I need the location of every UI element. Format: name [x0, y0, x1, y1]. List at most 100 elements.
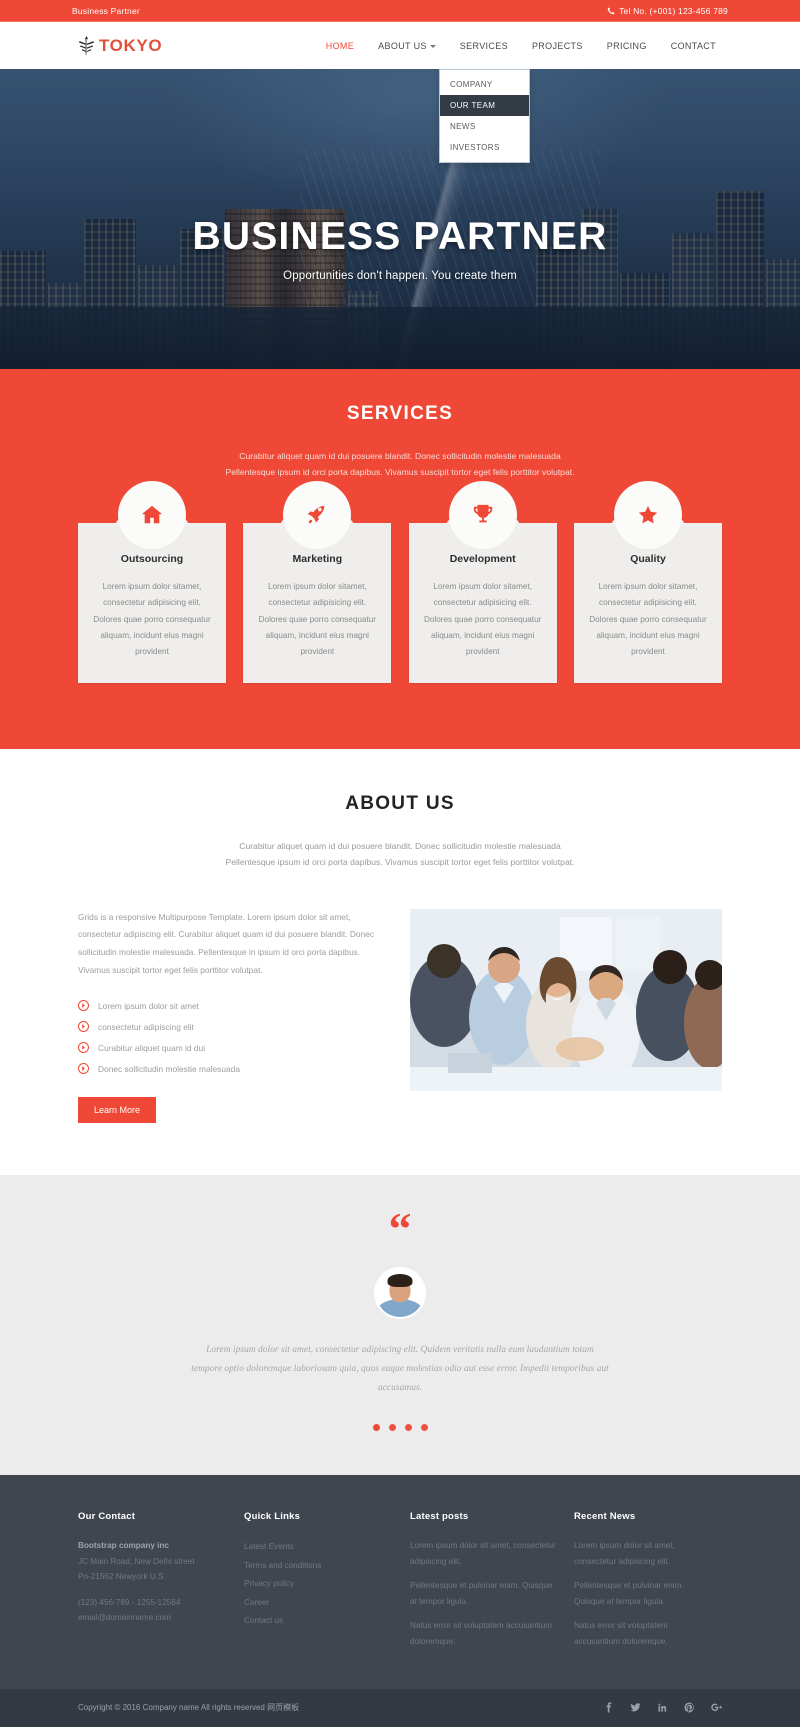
google-plus-icon[interactable] [711, 1702, 722, 1713]
footer-contact-column: Our Contact Bootstrap company inc JC Mai… [78, 1511, 244, 1658]
service-card-title: Outsourcing [120, 552, 184, 565]
chevron-right-circle-icon [78, 1063, 89, 1075]
avatar-hair [387, 1274, 413, 1288]
testimonial-text: Lorem ipsum dolor sit amet, consectetur … [191, 1345, 609, 1394]
footer-post-item[interactable]: Natus error sit voluptatem accusantium d… [410, 1618, 560, 1649]
footer-post-item[interactable]: Pellentesque et pulvinar enim. Quisque a… [410, 1578, 560, 1609]
service-card-quality[interactable]: Quality Lorem ipsum dolor sitamet, conse… [573, 480, 722, 683]
service-card-development[interactable]: Development Lorem ipsum dolor sitamet, c… [408, 480, 557, 683]
footer-latest-posts-heading: Latest posts [410, 1511, 469, 1523]
footer-contact-heading: Our Contact [78, 1511, 136, 1523]
list-item-label: Donec sollicitudin molestie malesuada [98, 1063, 240, 1074]
hero-banner: BUSINESS PARTNER Opportunities don't hap… [0, 69, 800, 369]
footer-address-line-1: JC Main Road, New Delhi street [78, 1556, 195, 1566]
about-right-column [410, 908, 722, 1124]
footer-email[interactable]: email@domainname.com [78, 1610, 230, 1626]
chevron-right-circle-icon [78, 1000, 89, 1012]
about-description: Curabitur aliquet quam id dui posuere bl… [225, 840, 575, 867]
tree-logo-icon [78, 36, 95, 55]
list-item-label: Curabitur aliquet quam id dui [98, 1042, 206, 1053]
top-bar: Business Partner Tel No. (+001) 123-456 … [0, 0, 800, 22]
rocket-icon [283, 480, 352, 549]
chevron-down-icon [429, 44, 436, 48]
about-photo-illustration [410, 908, 722, 1091]
nav-item-projects[interactable]: PROJECTS [520, 35, 595, 57]
service-card-text: Lorem ipsum dolor sitamet, consectetur a… [258, 581, 377, 657]
learn-more-button[interactable]: Learn More [78, 1097, 157, 1124]
list-item: Lorem ipsum dolor sit amet [78, 995, 386, 1016]
service-card-outsourcing[interactable]: Outsourcing Lorem ipsum dolor sitamet, c… [78, 480, 226, 683]
carousel-dot-1[interactable] [372, 1424, 380, 1432]
avatar-shirt [378, 1299, 422, 1318]
hero-title: BUSINESS PARTNER [192, 214, 608, 258]
footer-quick-links-column: Quick Links Latest Events Terms and cond… [244, 1511, 410, 1658]
services-cards: Outsourcing Lorem ipsum dolor sitamet, c… [0, 480, 800, 683]
dropdown-item-our-team[interactable]: OUR TEAM [440, 95, 529, 116]
site-header: TOKYO HOME ABOUT US SERVICES PROJECTS PR… [0, 22, 800, 163]
phone-icon [607, 7, 615, 15]
service-card-title: Quality [630, 552, 666, 565]
nav-item-home[interactable]: HOME [314, 35, 366, 57]
pinterest-icon[interactable] [684, 1702, 695, 1713]
footer-news-item[interactable]: Natus error sit voluptatem accusantium d… [574, 1618, 708, 1649]
dropdown-item-investors[interactable]: INVESTORS [440, 137, 529, 158]
nav-item-pricing[interactable]: PRICING [595, 35, 659, 57]
services-description: Curabitur aliquet quam id dui posuere bl… [225, 451, 575, 477]
footer-link-privacy-policy[interactable]: Privacy policy [244, 1575, 396, 1593]
dropdown-item-company[interactable]: COMPANY [440, 74, 529, 95]
service-card-marketing[interactable]: Marketing Lorem ipsum dolor sitamet, con… [243, 480, 392, 683]
about-section: ABOUT US Curabitur aliquet quam id dui p… [0, 748, 800, 1176]
nav-item-services[interactable]: SERVICES [448, 35, 520, 57]
footer-link-career[interactable]: Career [244, 1594, 396, 1612]
logo[interactable]: TOKYO [78, 36, 162, 56]
list-item: consectetur adipiscing elit [78, 1016, 386, 1037]
services-title: SERVICES [346, 403, 454, 424]
top-bar-phone[interactable]: Tel No. (+001) 123-456 789 [607, 6, 728, 16]
about-us-dropdown: COMPANY OUR TEAM NEWS INVESTORS [439, 69, 530, 163]
nav-item-contact[interactable]: CONTACT [659, 35, 728, 57]
list-item-label: Lorem ipsum dolor sit amet [98, 1000, 200, 1011]
phone-label: Tel No. (+001) 123-456 789 [619, 5, 728, 16]
carousel-dot-2[interactable] [388, 1424, 396, 1432]
carousel-dot-3[interactable] [404, 1424, 412, 1432]
footer-address-line-2: Po-21562 Newyork U.S [78, 1572, 164, 1582]
services-section: SERVICES Curabitur aliquet quam id dui p… [0, 369, 800, 749]
nav-label: ABOUT US [378, 40, 427, 51]
about-title: ABOUT US [345, 792, 455, 814]
social-links [603, 1702, 722, 1713]
service-card-text: Lorem ipsum dolor sitamet, consectetur a… [589, 581, 707, 657]
about-paragraph: Grids is a responsive Multipurpose Templ… [78, 911, 375, 975]
footer-company-name: Bootstrap company inc [78, 1541, 169, 1551]
trophy-icon [448, 480, 517, 549]
logo-text: TOKYO [99, 35, 163, 55]
service-card-text: Lorem ipsum dolor sitamet, consectetur a… [93, 581, 211, 657]
hero-subtitle: Opportunities don't happen. You create t… [283, 269, 517, 282]
copyright-text: Copyright © 2016 Company name All rights… [78, 1703, 300, 1713]
footer-post-item[interactable]: Lorem ipsum dolor sit amet, consectetur … [410, 1538, 560, 1569]
footer-recent-news-heading: Recent News [574, 1511, 636, 1523]
hero-content: BUSINESS PARTNER Opportunities don't hap… [0, 69, 800, 369]
main-nav: HOME ABOUT US SERVICES PROJECTS PRICING … [314, 35, 728, 57]
nav-item-about-us[interactable]: ABOUT US [366, 35, 448, 57]
site-footer: Our Contact Bootstrap company inc JC Mai… [0, 1475, 800, 1689]
service-card-text: Lorem ipsum dolor sitamet, consectetur a… [423, 581, 542, 657]
chevron-right-circle-icon [78, 1021, 89, 1033]
nav-label: CONTACT [670, 40, 716, 51]
footer-news-item[interactable]: Lorem ipsum dolor sit amet, consectetur … [574, 1538, 708, 1569]
facebook-icon[interactable] [603, 1702, 614, 1713]
nav-label: SERVICES [459, 40, 508, 51]
avatar [374, 1267, 426, 1320]
linkedin-icon[interactable] [657, 1702, 668, 1713]
footer-phone: (123) 456-789 - 1255-12564 [78, 1597, 181, 1607]
testimonial-dots [0, 1424, 800, 1432]
footer-link-latest-events[interactable]: Latest Events [244, 1538, 396, 1556]
footer-news-item[interactable]: Pellentesque et pulvinar enim. Quisque a… [574, 1578, 708, 1609]
service-card-title: Development [449, 552, 516, 565]
footer-link-contact-us[interactable]: Contact us [244, 1612, 396, 1630]
carousel-dot-4[interactable] [420, 1424, 428, 1432]
twitter-icon[interactable] [630, 1702, 641, 1713]
about-bullet-list: Lorem ipsum dolor sit amet consectetur a… [78, 995, 386, 1079]
footer-link-terms-and-conditions[interactable]: Terms and conditions [244, 1557, 396, 1575]
dropdown-item-news[interactable]: NEWS [440, 116, 529, 137]
list-item-label: consectetur adipiscing elit [98, 1021, 194, 1032]
